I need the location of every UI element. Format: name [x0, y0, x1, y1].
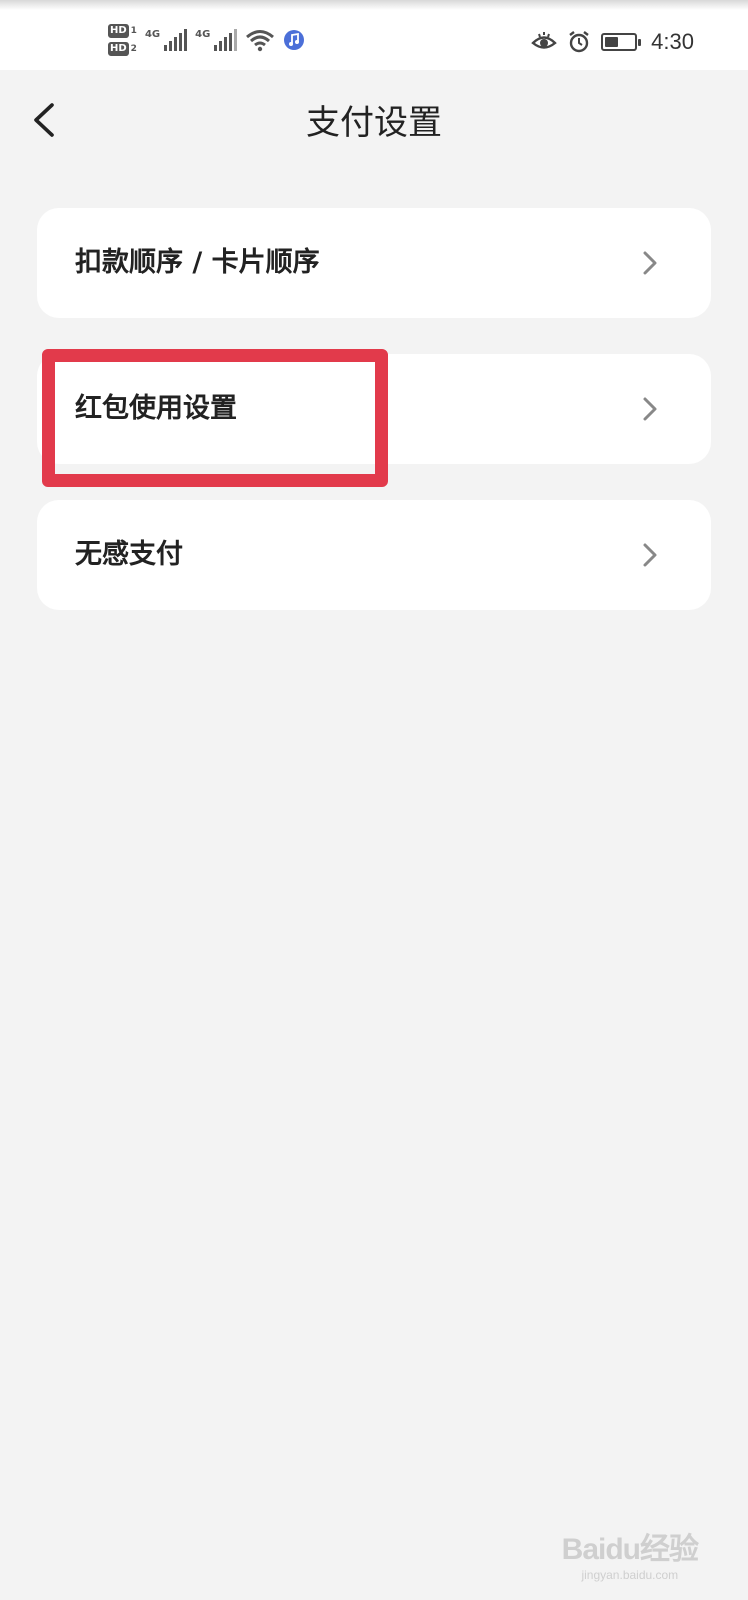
- sim1-index: 1: [130, 26, 137, 36]
- sim-indicators: HD 1 HD 2: [108, 24, 137, 56]
- menu-item-red-packet-settings[interactable]: 红包使用设置: [37, 354, 711, 464]
- signal-icon: 4G: [195, 29, 238, 51]
- chevron-right-icon: [643, 543, 657, 567]
- alarm-icon: [569, 31, 589, 53]
- battery-level: [605, 37, 619, 47]
- menu-item-label: 红包使用设置: [75, 393, 237, 424]
- menu-item-deduction-order[interactable]: 扣款顺序 / 卡片顺序: [37, 208, 711, 318]
- sim2-hd-label: HD: [108, 42, 129, 56]
- status-bar-shadow: [0, 0, 748, 10]
- network-type-1: 4G: [144, 29, 161, 40]
- status-time: 4:30: [651, 29, 694, 54]
- status-left-cluster: HD 1 HD 2 4G 4G: [108, 18, 305, 62]
- navigation-bar: 支付设置: [0, 70, 748, 180]
- signal-icon: 4G: [144, 29, 188, 51]
- sim2-indicator: HD 2: [108, 42, 137, 56]
- watermark-url: jingyan.baidu.com: [581, 1568, 679, 1582]
- sim2-index: 2: [130, 44, 137, 54]
- chevron-right-icon: [643, 251, 657, 275]
- menu-item-label: 无感支付: [75, 539, 183, 570]
- battery-icon: [601, 33, 642, 51]
- sim1-hd-label: HD: [108, 24, 129, 38]
- page-title: 支付设置: [306, 103, 442, 143]
- status-right-cluster: 4:30: [531, 22, 694, 62]
- wifi-icon: [246, 30, 275, 52]
- chevron-right-icon: [643, 397, 657, 421]
- music-app-icon: [284, 30, 305, 50]
- menu-item-seamless-payment[interactable]: 无感支付: [37, 500, 711, 610]
- watermark-logo: Baidu经验: [561, 1533, 699, 1566]
- status-bar: HD 1 HD 2 4G 4G 4:30: [0, 0, 748, 70]
- eye-icon: [531, 32, 557, 49]
- sim1-indicator: HD 1: [108, 24, 137, 38]
- watermark: Baidu经验 jingyan.baidu.com: [561, 1524, 699, 1582]
- network-type-2: 4G: [195, 29, 211, 40]
- menu-item-label: 扣款顺序 / 卡片顺序: [75, 247, 320, 278]
